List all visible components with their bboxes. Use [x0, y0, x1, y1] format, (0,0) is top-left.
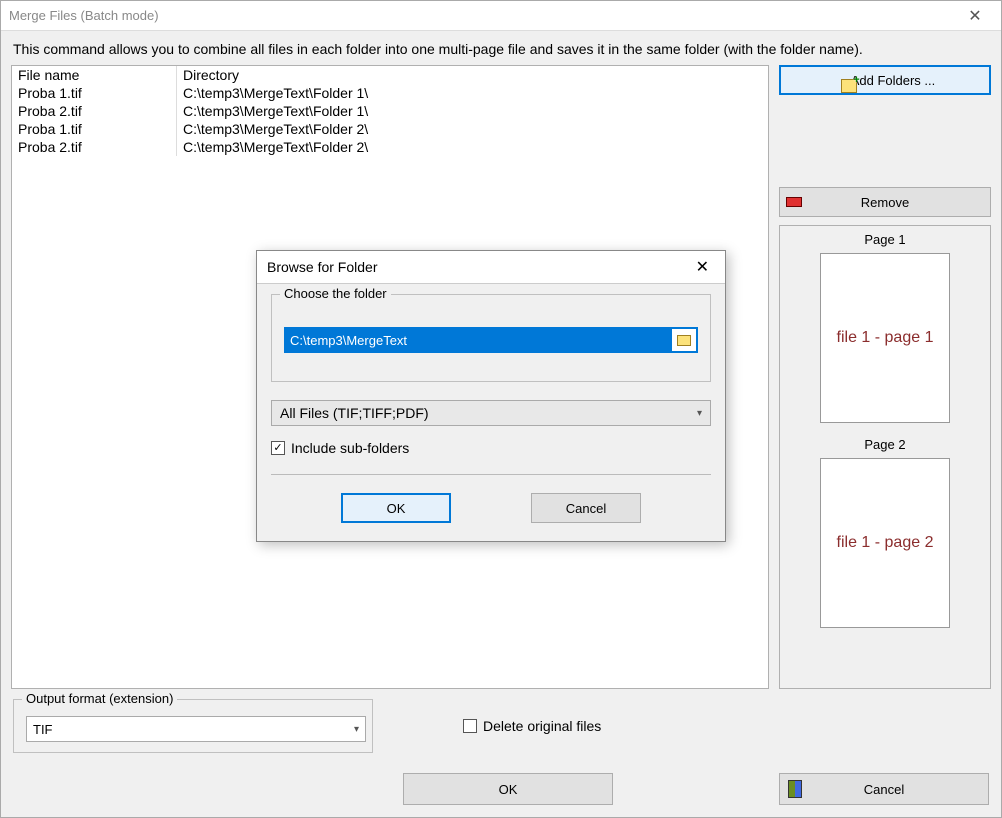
choose-folder-legend: Choose the folder	[280, 286, 391, 301]
browse-folder-dialog: Browse for Folder ✕ Choose the folder Al…	[256, 250, 726, 542]
cell-directory: C:\temp3\MergeText\Folder 1\	[177, 102, 768, 120]
file-filter-value: All Files (TIF;TIFF;PDF)	[280, 405, 429, 421]
include-subfolders-label: Include sub-folders	[291, 440, 409, 456]
dialog-buttons: OK Cancel	[271, 493, 711, 531]
folder-plus-icon	[841, 79, 857, 93]
folder-path-input[interactable]	[286, 329, 672, 351]
file-filter-select[interactable]: All Files (TIF;TIFF;PDF) ▾	[271, 400, 711, 426]
instructions-text: This command allows you to combine all f…	[1, 31, 1001, 65]
dialog-titlebar: Browse for Folder ✕	[257, 251, 725, 284]
add-folders-label: Add Folders ...	[851, 73, 936, 88]
table-header: File name Directory	[12, 66, 768, 84]
cancel-label: Cancel	[864, 782, 904, 797]
checkbox-icon: ✓	[271, 441, 285, 455]
dialog-title: Browse for Folder	[267, 259, 377, 275]
table-row[interactable]: Proba 1.tif C:\temp3\MergeText\Folder 1\	[12, 84, 768, 102]
bottom-buttons: OK Cancel	[13, 773, 989, 805]
cell-filename: Proba 2.tif	[12, 138, 177, 156]
dialog-cancel-button[interactable]: Cancel	[531, 493, 641, 523]
ok-button[interactable]: OK	[403, 773, 613, 805]
checkbox-icon	[463, 719, 477, 733]
choose-folder-group: Choose the folder	[271, 294, 711, 382]
bottom-area: Output format (extension) TIF ▾ Delete o…	[1, 689, 1001, 817]
output-legend: Output format (extension)	[22, 691, 177, 706]
preview-panel[interactable]: Page 1 file 1 - page 1 Page 2 file 1 - p…	[779, 225, 991, 689]
table-row[interactable]: Proba 1.tif C:\temp3\MergeText\Folder 2\	[12, 120, 768, 138]
page-thumb[interactable]: Page 2 file 1 - page 2	[784, 437, 986, 628]
cancel-button[interactable]: Cancel	[779, 773, 989, 805]
chevron-down-icon: ▾	[697, 408, 702, 419]
dialog-ok-button[interactable]: OK	[341, 493, 451, 523]
browse-folder-button[interactable]	[672, 329, 696, 351]
right-column: Add Folders ... Remove Page 1 file 1 - p…	[779, 65, 991, 689]
table-row[interactable]: Proba 2.tif C:\temp3\MergeText\Folder 2\	[12, 138, 768, 156]
page-label: Page 2	[784, 437, 986, 452]
titlebar: Merge Files (Batch mode) ✕	[1, 1, 1001, 31]
close-icon[interactable]: ✕	[957, 6, 993, 26]
include-subfolders-checkbox[interactable]: ✓ Include sub-folders	[271, 440, 711, 475]
page-label: Page 1	[784, 232, 986, 247]
close-icon[interactable]: ✕	[690, 257, 715, 277]
page-content: file 1 - page 2	[837, 534, 934, 552]
page-thumb[interactable]: Page 1 file 1 - page 1	[784, 232, 986, 423]
output-format-select[interactable]: TIF ▾	[26, 716, 366, 742]
dialog-body: Choose the folder All Files (TIF;TIFF;PD…	[257, 284, 725, 541]
chevron-down-icon: ▾	[354, 724, 359, 735]
folder-icon	[677, 335, 691, 346]
cell-directory: C:\temp3\MergeText\Folder 2\	[177, 120, 768, 138]
remove-label: Remove	[861, 195, 909, 210]
col-filename-header[interactable]: File name	[12, 66, 177, 84]
dialog-ok-label: OK	[387, 501, 406, 516]
remove-icon	[786, 197, 802, 207]
remove-button[interactable]: Remove	[779, 187, 991, 217]
col-directory-header[interactable]: Directory	[177, 66, 768, 84]
page-content: file 1 - page 1	[837, 329, 934, 347]
cell-directory: C:\temp3\MergeText\Folder 2\	[177, 138, 768, 156]
add-folders-button[interactable]: Add Folders ...	[779, 65, 991, 95]
output-format-value: TIF	[33, 722, 53, 737]
dialog-cancel-label: Cancel	[566, 501, 606, 516]
cell-filename: Proba 1.tif	[12, 84, 177, 102]
table-row[interactable]: Proba 2.tif C:\temp3\MergeText\Folder 1\	[12, 102, 768, 120]
ok-label: OK	[499, 782, 518, 797]
output-format-group: Output format (extension) TIF ▾	[13, 699, 373, 753]
delete-original-label: Delete original files	[483, 718, 601, 734]
folder-path-row	[284, 327, 698, 353]
cell-filename: Proba 1.tif	[12, 120, 177, 138]
page-image: file 1 - page 1	[820, 253, 950, 423]
exit-door-icon	[788, 780, 802, 798]
page-image: file 1 - page 2	[820, 458, 950, 628]
delete-original-checkbox[interactable]: Delete original files	[463, 718, 601, 734]
cell-filename: Proba 2.tif	[12, 102, 177, 120]
window-title: Merge Files (Batch mode)	[9, 8, 159, 23]
cell-directory: C:\temp3\MergeText\Folder 1\	[177, 84, 768, 102]
